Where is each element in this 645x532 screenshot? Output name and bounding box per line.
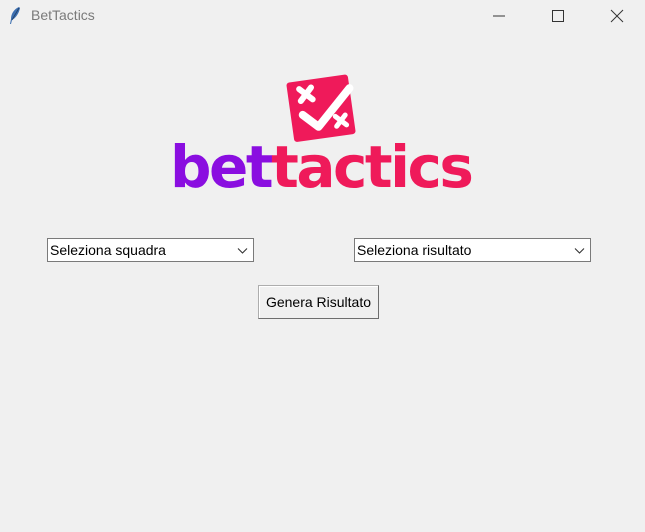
team-select[interactable]: Seleziona squadra bbox=[47, 238, 254, 262]
window-title: BetTactics bbox=[31, 7, 95, 23]
close-icon bbox=[610, 9, 624, 23]
title-bar[interactable]: BetTactics bbox=[0, 0, 645, 32]
minimize-button[interactable] bbox=[476, 0, 522, 32]
result-select-value: Seleziona risultato bbox=[357, 242, 472, 258]
bettactics-logo: bettactics bbox=[170, 72, 474, 202]
chevron-down-icon[interactable] bbox=[237, 245, 248, 256]
maximize-icon bbox=[552, 10, 564, 22]
result-select[interactable]: Seleziona risultato bbox=[354, 238, 591, 262]
feather-icon bbox=[10, 7, 20, 24]
generate-result-button[interactable]: Genera Risultato bbox=[258, 285, 379, 319]
logo-wordmark: bettactics bbox=[170, 133, 474, 201]
logo-word-tactics: tactics bbox=[271, 133, 474, 201]
minimize-icon bbox=[493, 15, 505, 17]
close-button[interactable] bbox=[594, 0, 640, 32]
logo-word-bet: bet bbox=[170, 133, 274, 201]
chevron-down-icon[interactable] bbox=[574, 245, 585, 256]
maximize-button[interactable] bbox=[535, 0, 581, 32]
team-select-value: Seleziona squadra bbox=[50, 242, 166, 258]
app-window: BetTactics bettactics Seleziona squadra … bbox=[0, 0, 645, 532]
